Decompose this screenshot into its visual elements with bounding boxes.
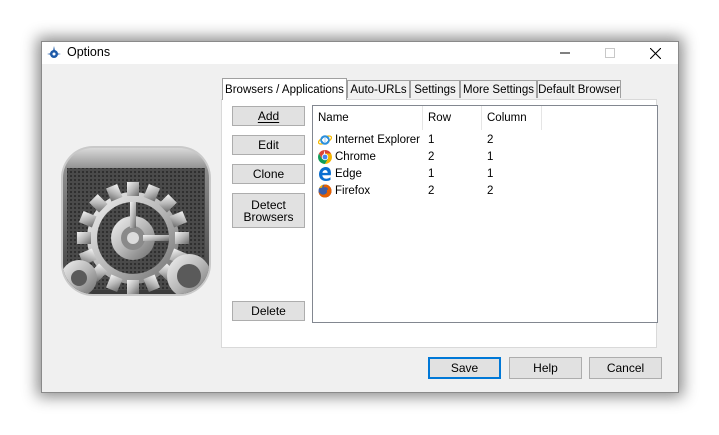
row-value: 2: [428, 150, 435, 163]
add-button[interactable]: Add: [232, 106, 305, 126]
chrome-icon: [318, 149, 332, 164]
row-value: 1: [428, 133, 435, 146]
maximize-button[interactable]: [587, 42, 633, 64]
list-item[interactable]: Internet Explorer 1 2: [313, 131, 657, 148]
tab-default-browser[interactable]: Default Browser: [537, 80, 621, 98]
delete-button[interactable]: Delete: [232, 301, 305, 321]
row-value: 1: [428, 167, 435, 180]
options-window: Options Browsers / Applications Auto-URL…: [41, 41, 679, 393]
row-value: 2: [428, 184, 435, 197]
browser-list[interactable]: Name Row Column Internet Explorer 1 2 Ch…: [312, 105, 658, 323]
title-bar[interactable]: Options: [42, 42, 678, 64]
browser-name: Internet Explorer: [335, 133, 421, 146]
edge-icon: [319, 166, 331, 181]
column-value: 1: [487, 150, 494, 163]
app-icon: [47, 46, 61, 58]
close-icon: [649, 47, 661, 59]
cancel-button[interactable]: Cancel: [589, 357, 662, 379]
tab-browsers-applications[interactable]: Browsers / Applications: [222, 78, 347, 100]
close-button[interactable]: [632, 42, 678, 64]
browser-name: Chrome: [335, 150, 376, 163]
firefox-icon: [318, 184, 332, 197]
browser-name: Firefox: [335, 184, 371, 197]
list-item[interactable]: Firefox 2 2: [313, 182, 657, 199]
column-header-column[interactable]: Column: [482, 106, 542, 130]
minimize-button[interactable]: [542, 42, 588, 64]
clone-button[interactable]: Clone: [232, 164, 305, 184]
edit-button[interactable]: Edit: [232, 135, 305, 155]
detect-browsers-button[interactable]: Detect Browsers: [232, 193, 305, 228]
browser-name: Edge: [335, 167, 362, 180]
column-header-name[interactable]: Name: [313, 106, 423, 130]
column-value: 2: [487, 133, 494, 146]
column-value: 2: [487, 184, 494, 197]
help-button[interactable]: Help: [509, 357, 582, 379]
list-item[interactable]: Edge 1 1: [313, 165, 657, 182]
internet-explorer-icon: [318, 134, 332, 145]
tab-settings[interactable]: Settings: [410, 80, 460, 98]
maximize-icon: [605, 48, 615, 58]
tab-more-settings[interactable]: More Settings: [460, 80, 537, 98]
column-header-row[interactable]: Row: [423, 106, 482, 130]
tab-auto-urls[interactable]: Auto-URLs: [347, 80, 410, 98]
minimize-icon: [560, 52, 570, 54]
settings-gear-image: [61, 146, 211, 296]
column-value: 1: [487, 167, 494, 180]
window-title: Options: [67, 45, 111, 59]
save-button[interactable]: Save: [428, 357, 501, 379]
list-item[interactable]: Chrome 2 1: [313, 148, 657, 165]
list-header: Name Row Column: [313, 106, 657, 130]
